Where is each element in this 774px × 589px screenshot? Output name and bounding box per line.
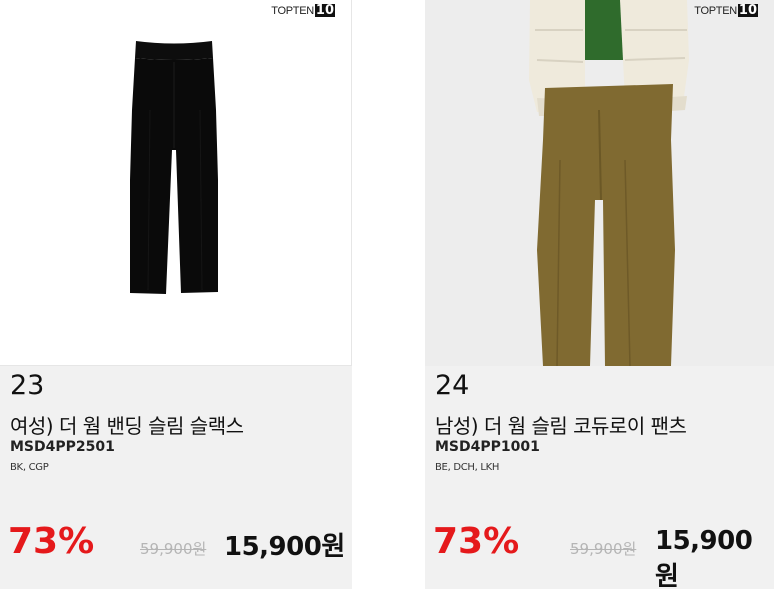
- discount-rate: 73%: [433, 521, 520, 562]
- brand-logo-text: TOPTEN: [694, 4, 737, 17]
- discount-rate: 73%: [8, 521, 95, 562]
- product-card[interactable]: TOPTEN 10 23 여성) 더 웜 밴딩 슬림 슬랙스 MSD4PP250…: [0, 0, 352, 589]
- brand-logo-number: 10: [314, 3, 335, 18]
- product-name[interactable]: 남성) 더 웜 슬림 코듀로이 팬츠: [435, 410, 687, 439]
- product-code: MSD4PP1001: [435, 439, 540, 455]
- sale-price: 15,900원: [655, 526, 753, 589]
- brand-logo: TOPTEN 10: [694, 4, 758, 17]
- product-code: MSD4PP2501: [10, 439, 115, 455]
- black-slacks-icon: [130, 41, 218, 294]
- corduroy-pants-model-icon: [425, 0, 774, 366]
- product-name[interactable]: 여성) 더 웜 밴딩 슬림 슬랙스: [10, 410, 244, 439]
- brand-logo-number: 10: [737, 3, 758, 18]
- product-colors: BE, DCH, LKH: [435, 462, 500, 473]
- product-image[interactable]: TOPTEN 10: [425, 0, 774, 366]
- product-info: 24 남성) 더 웜 슬림 코듀로이 팬츠 MSD4PP1001 BE, DCH…: [425, 366, 774, 589]
- product-image[interactable]: TOPTEN 10: [0, 0, 352, 366]
- product-colors: BK, CGP: [10, 462, 49, 473]
- original-price: 59,900원: [140, 540, 207, 558]
- product-rank: 23: [10, 370, 45, 401]
- brand-logo-text: TOPTEN: [271, 4, 314, 17]
- sale-price: 15,900원: [224, 532, 345, 562]
- original-price: 59,900원: [570, 540, 637, 558]
- brand-logo: TOPTEN 10: [271, 4, 335, 17]
- product-card[interactable]: TOPTEN 10 24 남성) 더 웜 슬림 코듀로이 팬츠 MSD4PP10…: [425, 0, 774, 589]
- product-info: 23 여성) 더 웜 밴딩 슬림 슬랙스 MSD4PP2501 BK, CGP …: [0, 366, 352, 589]
- product-rank: 24: [435, 370, 470, 401]
